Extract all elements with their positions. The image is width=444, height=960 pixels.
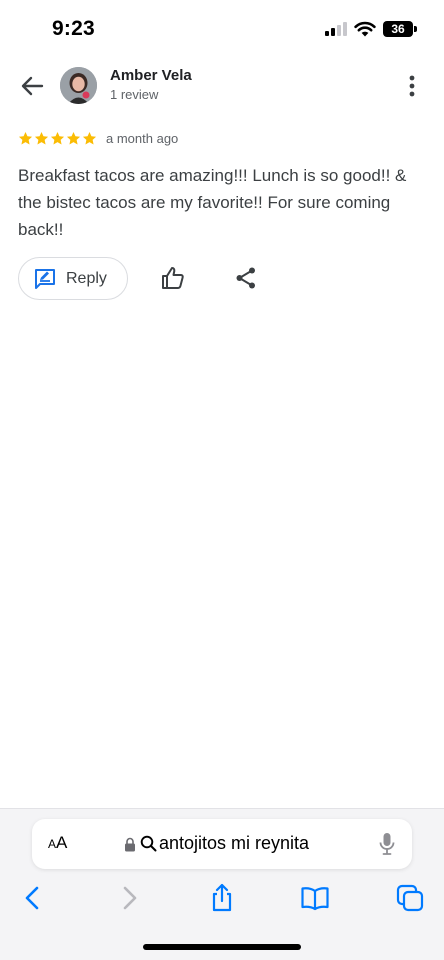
battery-nub <box>414 26 417 32</box>
star-icon <box>34 131 49 144</box>
share-sheet-icon[interactable] <box>207 883 237 913</box>
star-icon <box>18 131 33 144</box>
text-size-large-a: A <box>56 833 68 852</box>
text-size-small-a: A <box>48 837 57 851</box>
bookmarks-icon[interactable] <box>300 883 330 913</box>
star-icon <box>82 131 97 144</box>
text-size-button[interactable]: AA <box>48 833 67 853</box>
reply-label: Reply <box>66 270 107 287</box>
arrow-left-icon[interactable] <box>16 70 48 102</box>
reply-button[interactable]: Reply <box>18 257 128 300</box>
reply-icon <box>35 269 55 289</box>
home-indicator <box>143 944 301 950</box>
rating-row: a month ago <box>18 128 178 148</box>
lock-icon <box>125 837 135 852</box>
back-icon[interactable] <box>18 883 48 913</box>
share-icon[interactable] <box>233 265 259 291</box>
browser-toolbar: AA antojitos mi reynita <box>0 808 444 960</box>
reviewer-review-count: 1 review <box>110 87 159 102</box>
thumbs-up-icon[interactable] <box>160 265 186 291</box>
review-text: Breakfast tacos are amazing!!! Lunch is … <box>18 166 407 239</box>
avatar-image <box>60 67 97 104</box>
more-vertical-icon[interactable] <box>400 70 424 102</box>
wifi-icon <box>354 21 376 37</box>
status-time: 9:23 <box>52 17 95 40</box>
reviewer-name[interactable]: Amber Vela <box>110 67 192 84</box>
url-text[interactable]: antojitos mi reynita <box>159 833 309 854</box>
forward-icon[interactable] <box>114 883 144 913</box>
reviewer-header: Amber Vela 1 review <box>0 58 444 114</box>
star-icon <box>66 131 81 144</box>
star-rating <box>18 131 97 146</box>
address-bar[interactable]: AA antojitos mi reynita <box>32 819 412 869</box>
signal-icon <box>325 22 347 36</box>
status-bar: 9:23 36 <box>0 0 444 58</box>
browser-nav-row <box>0 879 444 919</box>
microphone-icon[interactable] <box>378 832 396 856</box>
search-icon <box>140 835 157 852</box>
avatar[interactable] <box>60 67 97 104</box>
star-icon <box>50 131 65 144</box>
tabs-icon[interactable] <box>395 883 425 913</box>
review-date: a month ago <box>106 130 179 146</box>
battery-icon: 36 <box>383 21 413 37</box>
